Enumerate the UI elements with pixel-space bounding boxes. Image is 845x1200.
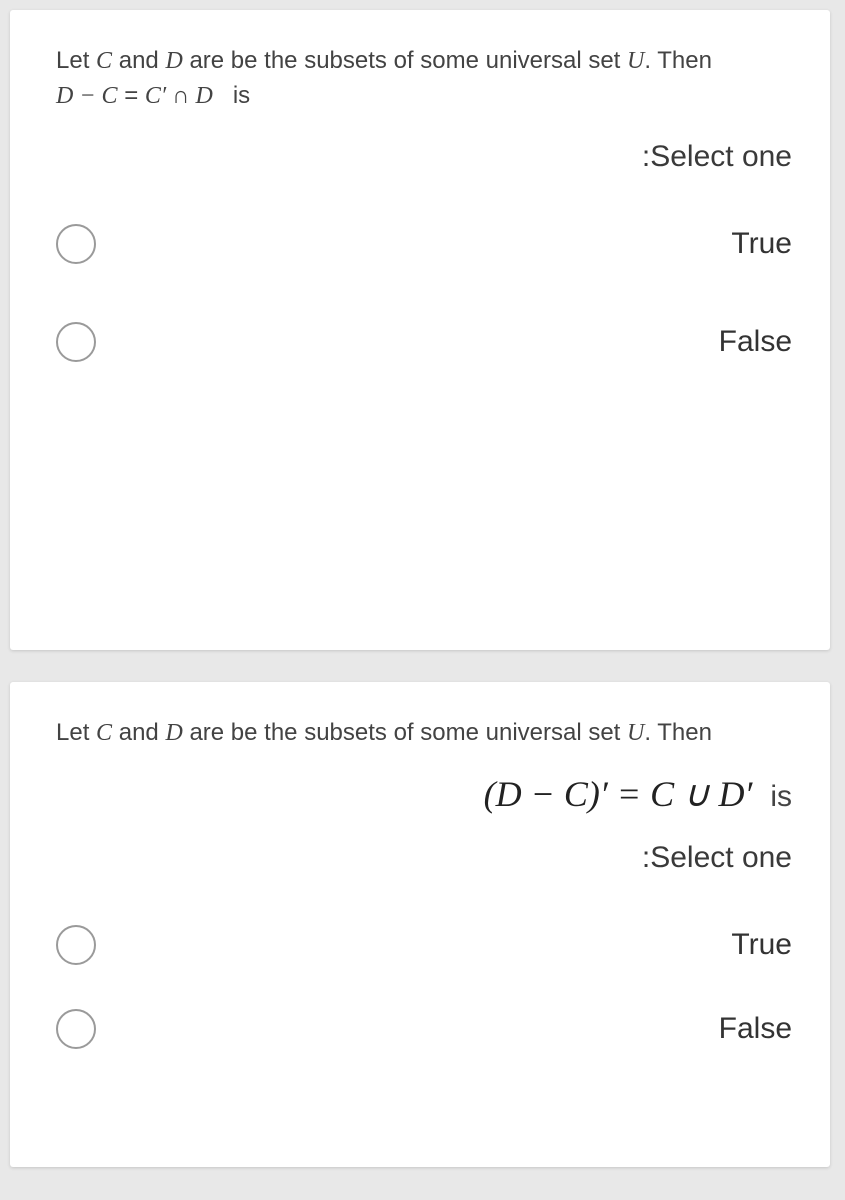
radio-icon[interactable]: [56, 925, 96, 965]
select-one-label-1: :Select one: [56, 140, 796, 174]
question-2-equation: (D − C)′ = C ∪ D′is: [56, 773, 796, 815]
question-2-text: Let C and D are be the subsets of some u…: [56, 716, 796, 751]
option-1-true[interactable]: True: [56, 224, 796, 264]
options-1: True False: [56, 224, 796, 362]
radio-icon[interactable]: [56, 224, 96, 264]
question-card-2: Let C and D are be the subsets of some u…: [10, 682, 830, 1167]
option-2-true[interactable]: True: [56, 925, 796, 965]
select-one-label-2: :Select one: [56, 841, 796, 875]
question-card-1: Let C and D are be the subsets of some u…: [10, 10, 830, 650]
option-label: False: [719, 325, 792, 359]
option-label: True: [731, 227, 792, 261]
option-label: True: [731, 928, 792, 962]
options-2: True False: [56, 925, 796, 1049]
question-1-text: Let C and D are be the subsets of some u…: [56, 44, 796, 114]
radio-icon[interactable]: [56, 322, 96, 362]
radio-icon[interactable]: [56, 1009, 96, 1049]
option-label: False: [719, 1012, 792, 1046]
option-1-false[interactable]: False: [56, 322, 796, 362]
option-2-false[interactable]: False: [56, 1009, 796, 1049]
